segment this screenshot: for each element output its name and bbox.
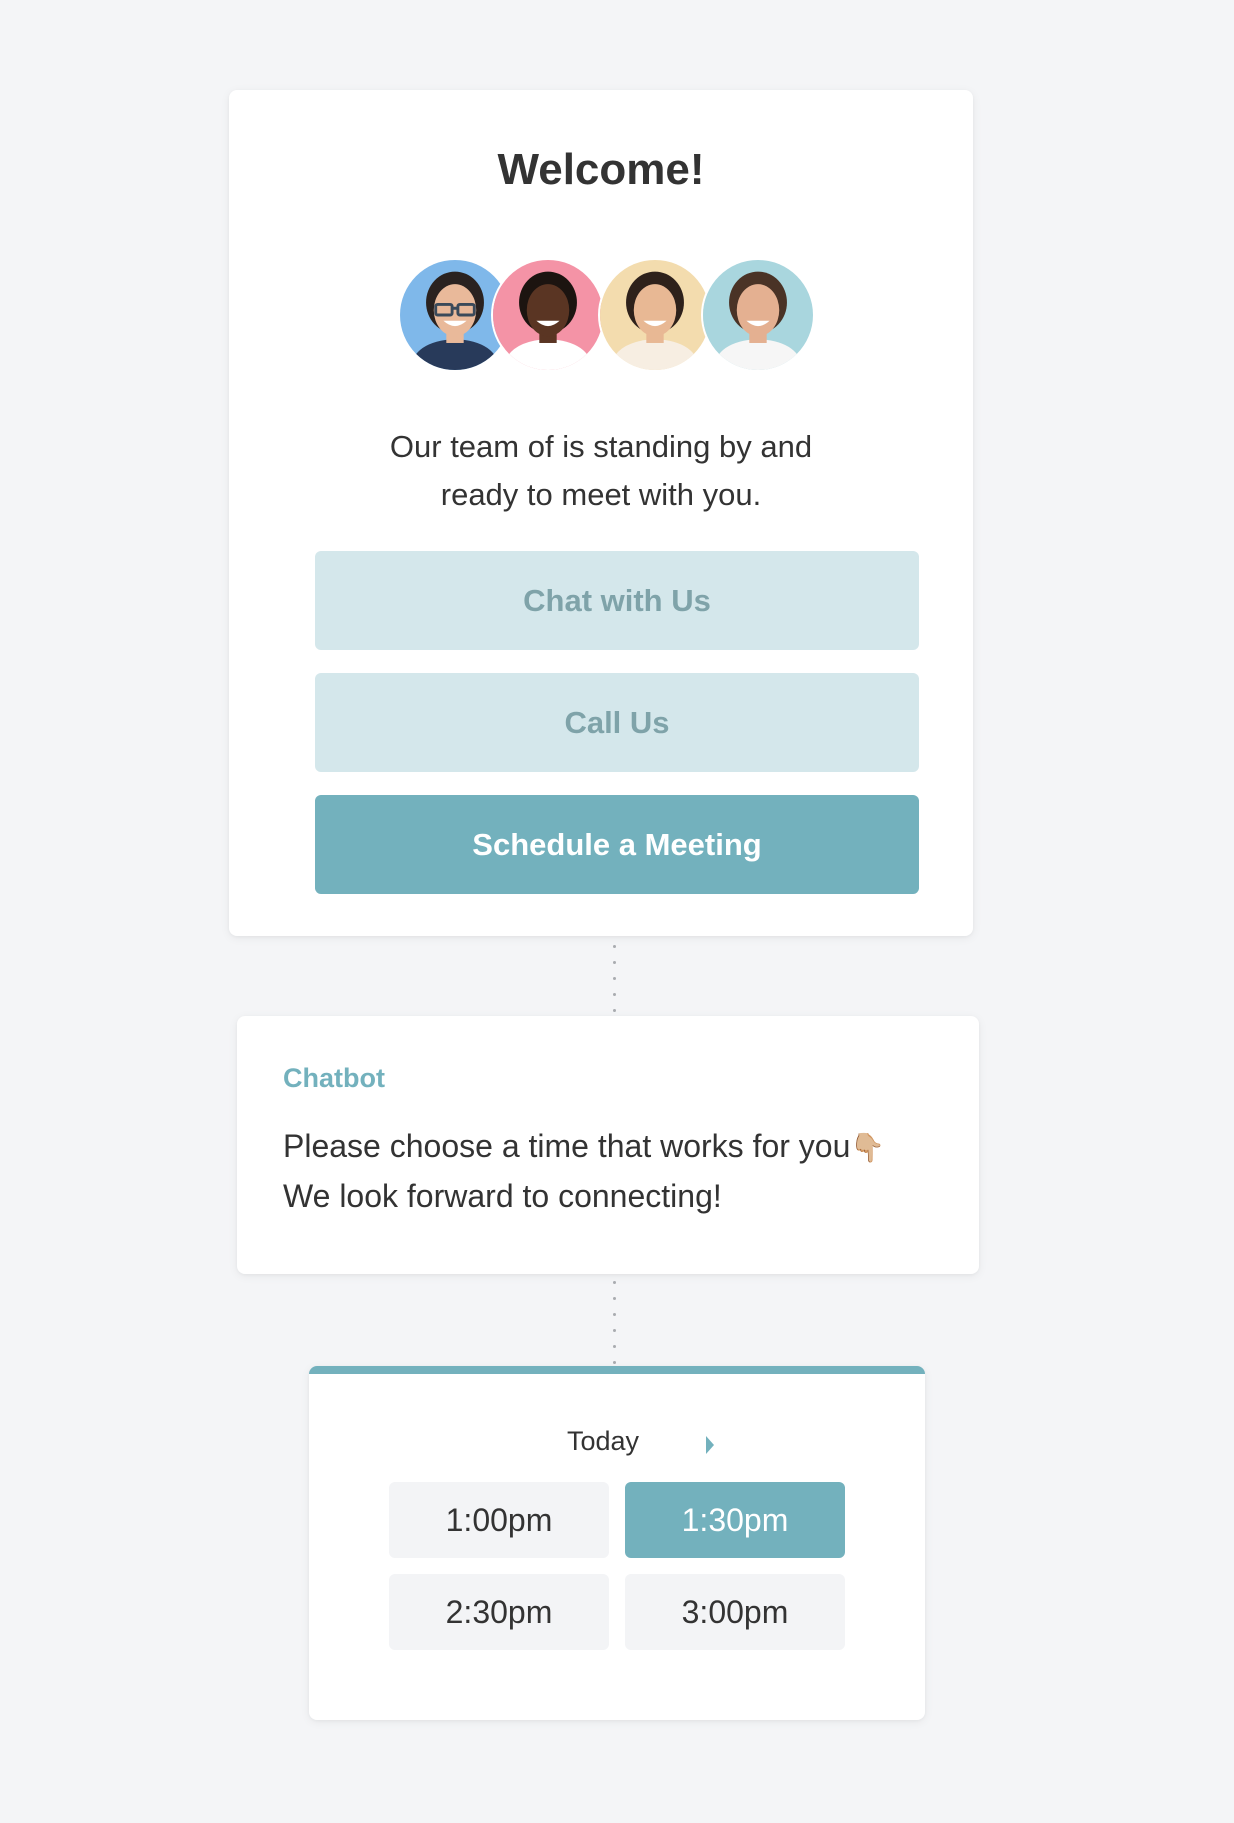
connector-dot — [613, 1361, 616, 1364]
connector-dot — [613, 1313, 616, 1316]
intro-line: ready to meet with you. — [440, 477, 762, 512]
schedule-meeting-button[interactable]: Schedule a Meeting — [315, 795, 919, 894]
chat-with-us-button[interactable]: Chat with Us — [315, 551, 919, 650]
connector-dot — [613, 1281, 616, 1284]
connector-dot — [613, 993, 616, 996]
connector-dot — [613, 977, 616, 980]
connector-dot — [613, 961, 616, 964]
pointing-down-emoji-icon: 👇🏼 — [850, 1132, 886, 1163]
avatar-team-member-2 — [491, 258, 605, 372]
chatbot-message-card: Chatbot Please choose a time that works … — [237, 1016, 979, 1274]
avatar-team-member-4 — [701, 258, 815, 372]
welcome-card: Welcome! Our team of is standing by and … — [229, 90, 973, 936]
message-line: We look forward to connecting! — [283, 1178, 722, 1214]
intro-text: Our team of is standing by and ready to … — [289, 423, 913, 519]
time-slot-button[interactable]: 1:00pm — [389, 1482, 609, 1558]
time-slot-button[interactable]: 3:00pm — [625, 1574, 845, 1650]
chatbot-sender-label: Chatbot — [283, 1063, 385, 1093]
connector-dot — [613, 1329, 616, 1332]
time-slot-button[interactable]: 2:30pm — [389, 1574, 609, 1650]
day-label: Today — [567, 1426, 640, 1456]
connector-dot — [613, 1009, 616, 1012]
intro-line: Our team of is standing by and — [389, 429, 813, 464]
time-slot-button[interactable]: 1:30pm — [625, 1482, 845, 1558]
meeting-scheduler-card: Today 1:00pm 1:30pm 2:30pm 3:00pm — [309, 1366, 925, 1720]
team-avatars — [398, 258, 838, 372]
avatar-team-member-3 — [598, 258, 712, 372]
message-line: Please choose a time that works for you — [283, 1128, 851, 1164]
chatbot-message: Please choose a time that works for you👇… — [283, 1122, 885, 1220]
call-us-button[interactable]: Call Us — [315, 673, 919, 772]
connector-dot — [613, 1345, 616, 1348]
welcome-title: Welcome! — [497, 145, 705, 194]
connector-dot — [613, 945, 616, 948]
next-day-arrow-icon[interactable] — [706, 1436, 714, 1454]
connector-dot — [613, 1297, 616, 1300]
scheduler-accent-bar — [309, 1366, 925, 1374]
